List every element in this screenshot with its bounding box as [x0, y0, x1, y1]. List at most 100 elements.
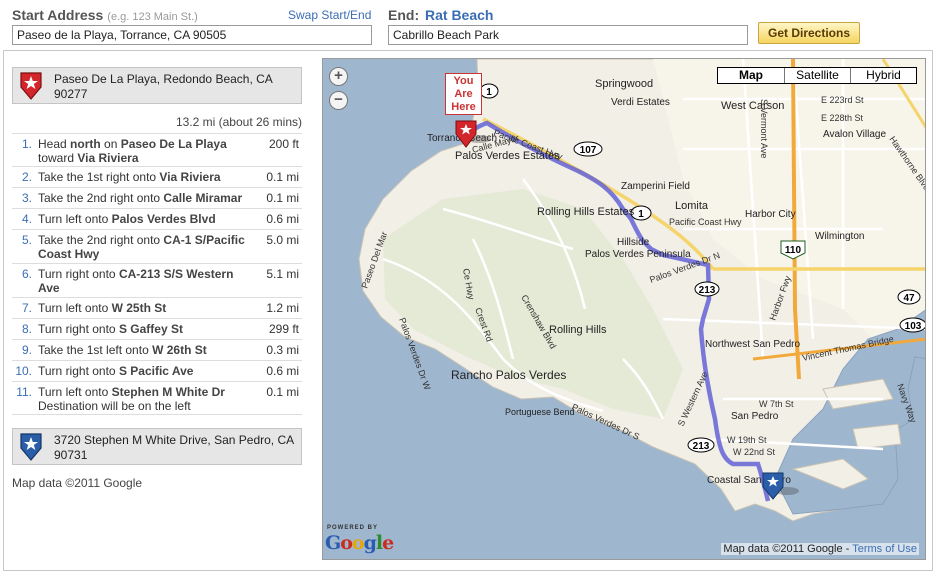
map-type-selector: Map Satellite Hybrid: [717, 67, 917, 84]
step-distance: 200 ft: [268, 137, 299, 151]
step-number: 5.: [21, 233, 32, 247]
road-label: E 223rd St: [821, 95, 864, 105]
direction-step[interactable]: 2. Take the 1st right onto Via Riviera 0…: [12, 167, 302, 188]
shield-label: 1: [486, 87, 492, 98]
step-bold: S Pacific Ave: [118, 364, 194, 378]
place-label: San Pedro: [731, 411, 779, 422]
step-text: Turn right onto: [38, 322, 119, 336]
step-instruction: Take the 1st right onto Via Riviera: [38, 170, 256, 184]
shield-label: 1: [638, 209, 644, 220]
step-text: Take the 1st left onto: [38, 343, 153, 357]
google-logo[interactable]: Google: [325, 532, 394, 554]
start-address-text: Paseo De La Playa, Redondo Beach, CA 902…: [54, 72, 273, 101]
step-text: on: [100, 137, 121, 151]
map-type-hybrid-button[interactable]: Hybrid: [850, 68, 916, 83]
shield-label: 213: [693, 441, 710, 452]
end-address-box[interactable]: 3720 Stephen M White Drive, San Pedro, C…: [12, 428, 302, 465]
map-canvas[interactable]: 1 107 1 213 213 110 47 103 Springwood Ve…: [323, 59, 926, 560]
direction-step[interactable]: 9. Take the 1st left onto W 26th St 0.3 …: [12, 340, 302, 361]
logo-letter: e: [382, 532, 394, 554]
step-bold: Palos Verdes Blvd: [111, 212, 216, 226]
step-bold: W 25th St: [111, 301, 167, 315]
step-number: 1.: [21, 137, 32, 151]
road-label: Pacific Coast Hwy: [669, 217, 742, 227]
step-number: 10.: [15, 364, 32, 378]
direction-step[interactable]: 1. Head north on Paseo De La Playa towar…: [12, 134, 302, 167]
shield-label: 107: [580, 145, 597, 156]
step-instruction: Head north on Paseo De La Playa toward V…: [38, 137, 256, 165]
directions-steps: 1. Head north on Paseo De La Playa towar…: [12, 133, 302, 415]
step-instruction: Turn left onto Palos Verdes Blvd: [38, 212, 256, 226]
terms-of-use-link[interactable]: Terms of Use: [852, 543, 917, 555]
start-address-box[interactable]: Paseo De La Playa, Redondo Beach, CA 902…: [12, 67, 302, 104]
map-type-satellite-button[interactable]: Satellite: [784, 68, 850, 83]
place-label: Lomita: [675, 200, 709, 212]
get-directions-button[interactable]: Get Directions: [758, 22, 860, 44]
step-text: Turn right onto: [38, 267, 119, 281]
shield-icon: 213: [694, 281, 720, 297]
direction-step[interactable]: 7. Turn left onto W 25th St 1.2 mi: [12, 298, 302, 319]
end-label: End: Rat Beach: [388, 7, 493, 23]
map-view[interactable]: 1 107 1 213 213 110 47 103 Springwood Ve…: [322, 58, 926, 560]
step-number: 2.: [21, 170, 32, 184]
direction-step[interactable]: 6. Turn right onto CA-213 S/S Western Av…: [12, 264, 302, 298]
step-text: Take the 2nd right onto: [38, 233, 164, 247]
map-type-map-button[interactable]: Map: [718, 68, 784, 83]
logo-letter: G: [325, 532, 341, 554]
road-label: W 7th St: [759, 399, 794, 409]
direction-step[interactable]: 5. Take the 2nd right onto CA-1 S/Pacifi…: [12, 230, 302, 264]
you-are-here-callout: You Are Here: [445, 73, 482, 115]
step-bold: S Gaffey St: [118, 322, 183, 336]
step-distance: 0.6 mi: [266, 364, 299, 378]
start-label-text: Start Address: [12, 7, 104, 23]
route-summary: 13.2 mi (about 26 mins): [175, 115, 302, 129]
shield-icon: 47: [897, 289, 921, 305]
step-text: Head: [38, 137, 71, 151]
step-distance: 0.1 mi: [266, 191, 299, 205]
direction-step[interactable]: 10. Turn right onto S Pacific Ave 0.6 mi: [12, 361, 302, 382]
step-instruction: Turn right onto S Pacific Ave: [38, 364, 256, 378]
step-distance: 0.6 mi: [266, 212, 299, 226]
zoom-out-button[interactable]: −: [329, 91, 348, 110]
step-distance: 5.1 mi: [266, 267, 299, 281]
road-label: S Vermont Ave: [759, 99, 769, 158]
step-number: 3.: [21, 191, 32, 205]
logo-letter: o: [351, 532, 365, 554]
place-label: Zamperini Field: [621, 181, 690, 192]
start-address-input[interactable]: [12, 25, 372, 45]
step-distance: 0.1 mi: [266, 385, 299, 399]
step-bold: Stephen M White Dr: [111, 385, 225, 399]
step-distance: 0.1 mi: [266, 170, 299, 184]
place-label: Portuguese Bend: [505, 407, 575, 417]
map-credit-text: Map data ©2011 Google -: [723, 543, 850, 555]
step-instruction: Take the 2nd right onto Calle Miramar: [38, 191, 256, 205]
step-instruction: Turn left onto Stephen M White Dr Destina…: [38, 385, 256, 413]
map-credit: Map data ©2011 Google - Terms of Use: [721, 543, 919, 555]
shield-label: 47: [903, 293, 915, 304]
end-destination-name: Rat Beach: [425, 7, 494, 23]
step-instruction: Take the 2nd right onto CA-1 S/Pacific C…: [38, 233, 256, 261]
step-text: toward: [38, 151, 78, 165]
direction-step[interactable]: 3. Take the 2nd right onto Calle Miramar…: [12, 188, 302, 209]
step-distance: 5.0 mi: [266, 233, 299, 247]
direction-step[interactable]: 11. Turn left onto Stephen M White Dr Des…: [12, 382, 302, 415]
shield-icon: 103: [899, 317, 925, 333]
place-label: Palos Verdes Peninsula: [585, 249, 691, 260]
road-label: W 22nd St: [733, 447, 776, 457]
zoom-in-button[interactable]: +: [329, 67, 348, 86]
shield-label: 213: [699, 285, 716, 296]
step-bold: north: [70, 137, 101, 151]
direction-step[interactable]: 8. Turn right onto S Gaffey St 299 ft: [12, 319, 302, 340]
step-number: 4.: [21, 212, 32, 226]
place-label: West Carson: [721, 100, 784, 112]
end-address-input[interactable]: [388, 25, 748, 45]
step-note: Destination will be on the left: [38, 399, 191, 413]
step-instruction: Turn left onto W 25th St: [38, 301, 256, 315]
direction-step[interactable]: 4. Turn left onto Palos Verdes Blvd 0.6 …: [12, 209, 302, 230]
step-distance: 0.3 mi: [266, 343, 299, 357]
logo-letter: o: [340, 532, 353, 554]
step-number: 6.: [21, 267, 32, 281]
swap-start-end-link[interactable]: Swap Start/End: [288, 8, 371, 22]
step-text: Take the 1st right onto: [38, 170, 160, 184]
place-label: Wilmington: [815, 231, 864, 242]
